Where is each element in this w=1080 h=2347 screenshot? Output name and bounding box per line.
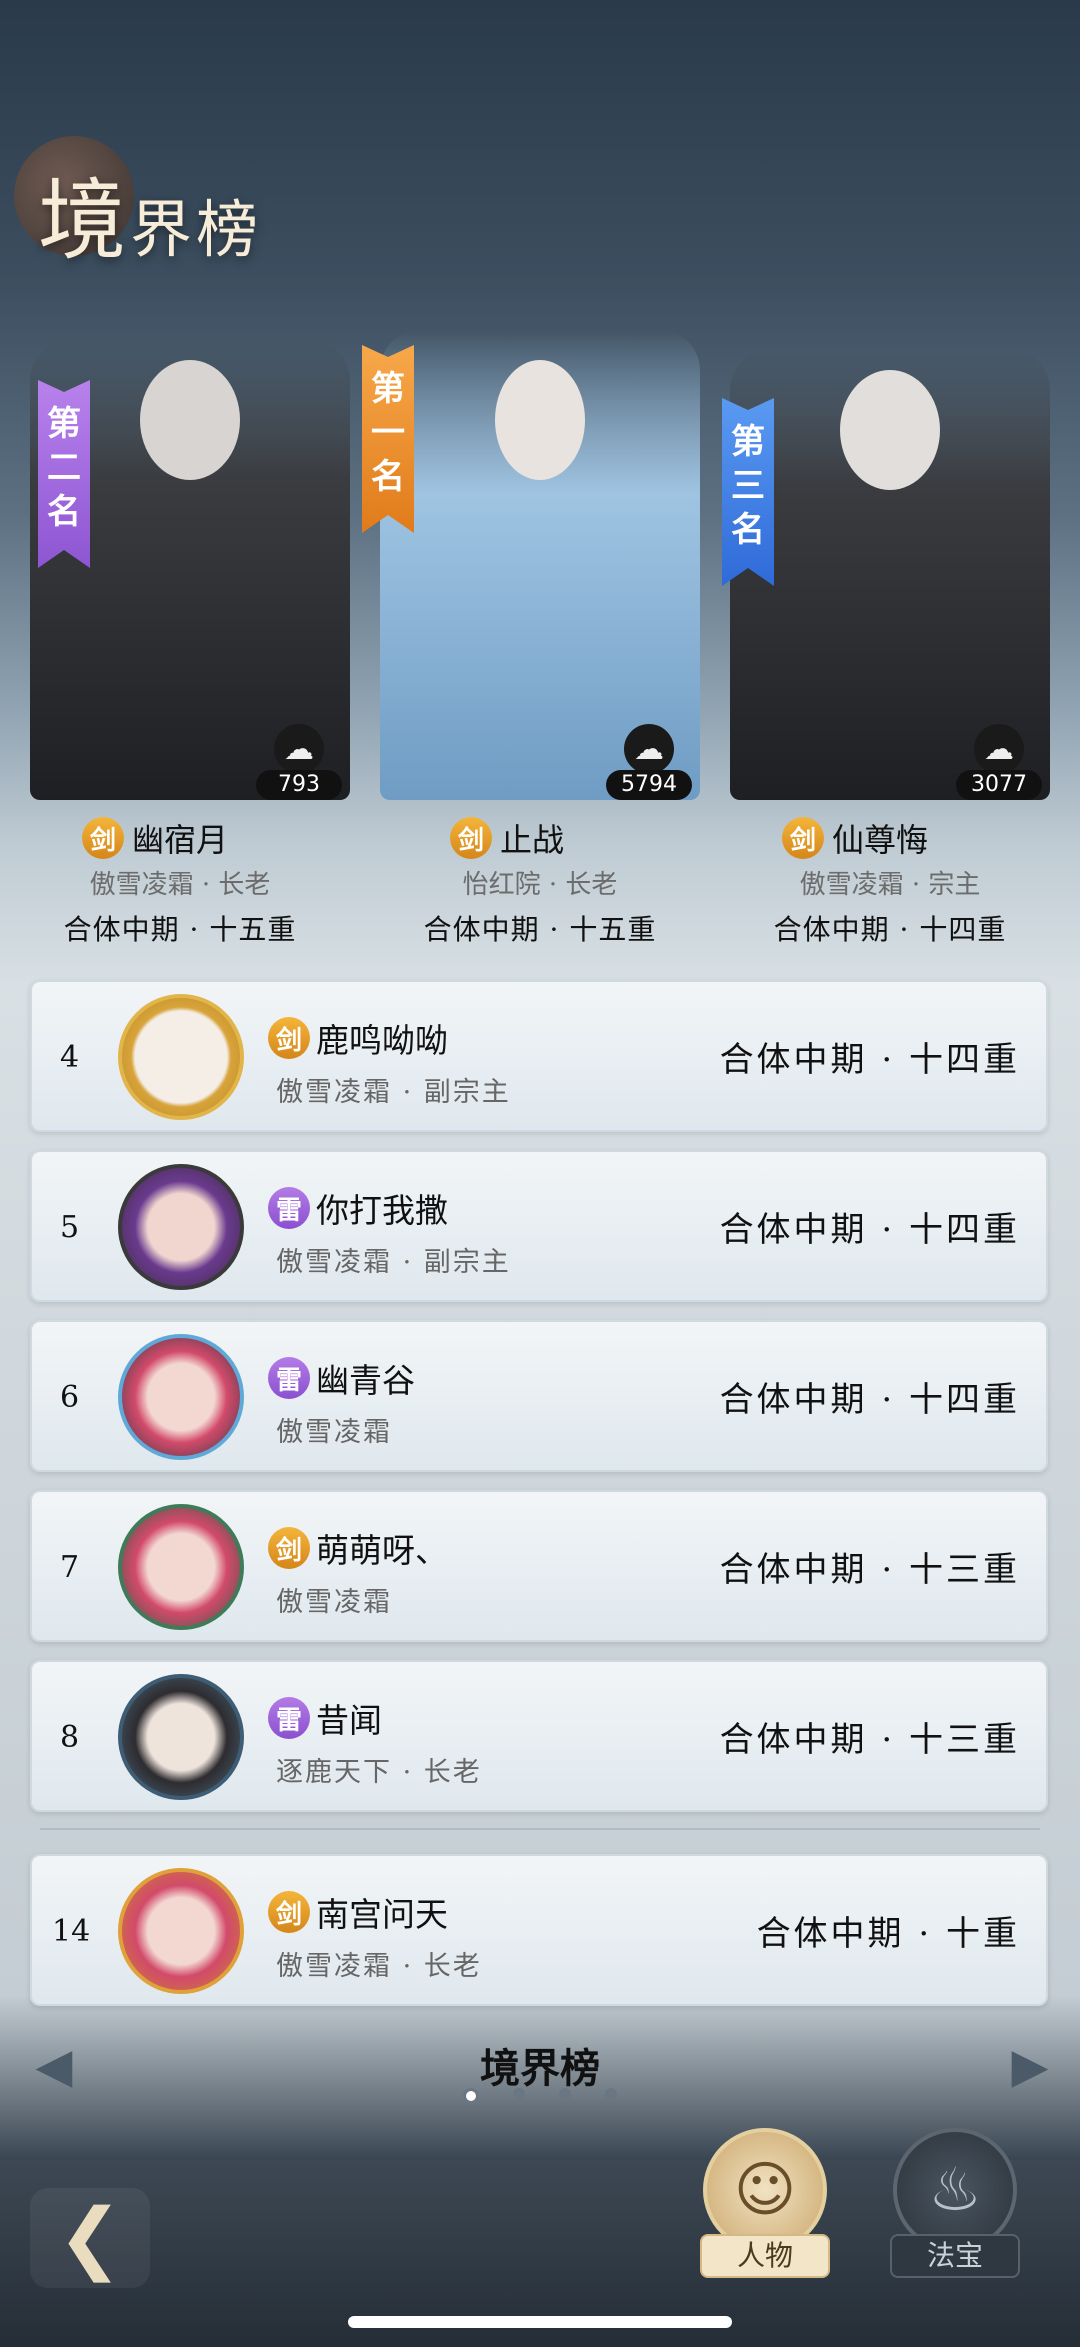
sword-sect-icon: 剑 <box>82 817 124 859</box>
back-button[interactable]: ❮ <box>30 2188 150 2288</box>
guild-label: 傲雪凌霜 <box>276 1417 392 1448</box>
rank-banner: 第一名 <box>362 345 414 533</box>
guild-label: 傲雪凌霜 · 长老 <box>276 1951 482 1982</box>
thunder-sect-icon: 雷 <box>268 1187 310 1229</box>
character-head <box>495 360 585 480</box>
ranking-row[interactable]: 6 雷 幽青谷 傲雪凌霜 合体中期 · 十四重 <box>30 1320 1048 1472</box>
score-pill: 5794 <box>606 770 692 800</box>
rank-number: 6 <box>60 1380 80 1415</box>
player-name: 雷 你打我撒 <box>268 1184 448 1232</box>
score-pill: 793 <box>256 770 342 800</box>
page-dot[interactable] <box>463 2088 479 2104</box>
level-label: 合体中期 · 十三重 <box>719 1720 1020 1760</box>
rank-banner: 第二名 <box>38 380 90 568</box>
sword-sect-icon: 剑 <box>268 1527 310 1569</box>
avatar[interactable] <box>118 1164 244 1290</box>
character-head <box>140 360 240 480</box>
level-label: 合体中期 · 十重 <box>756 1914 1020 1954</box>
rank-banner: 第三名 <box>722 398 774 586</box>
score-pill: 3077 <box>956 770 1042 800</box>
guild-label: 傲雪凌霜 <box>276 1587 392 1618</box>
player-name: 剑 止战 <box>450 815 564 861</box>
thunder-sect-icon: 雷 <box>268 1357 310 1399</box>
tab-label: 法宝 <box>890 2234 1020 2278</box>
guild-label: 傲雪凌霜 · 长老 <box>89 870 271 900</box>
guild-label: 傲雪凌霜 · 副宗主 <box>276 1077 511 1108</box>
ranking-row[interactable]: 5 雷 你打我撒 傲雪凌霜 · 副宗主 合体中期 · 十四重 <box>30 1150 1048 1302</box>
player-name: 剑 幽宿月 <box>82 815 228 861</box>
player-name: 剑 南宫问天 <box>268 1888 448 1936</box>
flame-icon: ☁ <box>624 724 674 774</box>
tab-character[interactable]: ☺ 人物 <box>700 2128 830 2278</box>
guild-label: 逐鹿天下 · 长老 <box>276 1757 482 1788</box>
level-label: 合体中期 · 十四重 <box>719 1380 1020 1420</box>
home-indicator[interactable] <box>348 2316 732 2328</box>
ranking-row[interactable]: 8 雷 昔闻 逐鹿天下 · 长老 合体中期 · 十三重 <box>30 1660 1048 1812</box>
level-label: 合体中期 · 十五重 <box>423 913 657 946</box>
board-title: 境界榜 <box>480 2045 600 2092</box>
rank-number: 5 <box>60 1210 80 1245</box>
sword-sect-icon: 剑 <box>268 1891 310 1933</box>
level-label: 合体中期 · 十四重 <box>719 1210 1020 1250</box>
page-dot[interactable] <box>559 2088 571 2100</box>
page-dot[interactable] <box>605 2088 617 2100</box>
level-label: 合体中期 · 十四重 <box>773 913 1007 946</box>
character-head <box>840 370 940 490</box>
guild-label: 傲雪凌霜 · 宗主 <box>799 870 981 900</box>
sword-sect-icon: 剑 <box>450 817 492 859</box>
flame-icon: ☁ <box>974 724 1024 774</box>
back-icon: ❮ <box>57 2193 123 2283</box>
page-indicator <box>0 2088 1080 2104</box>
guild-label: 傲雪凌霜 · 副宗主 <box>276 1247 511 1278</box>
self-ranking-row[interactable]: 14 剑 南宫问天 傲雪凌霜 · 长老 合体中期 · 十重 <box>30 1854 1048 2006</box>
divider <box>40 1828 1040 1830</box>
player-name: 剑 萌萌呀、 <box>268 1524 448 1572</box>
level-label: 合体中期 · 十五重 <box>63 913 297 946</box>
player-name: 剑 鹿鸣呦呦 <box>268 1014 448 1062</box>
rank-number: 7 <box>60 1550 80 1585</box>
player-name: 雷 昔闻 <box>268 1694 382 1742</box>
avatar[interactable] <box>118 1504 244 1630</box>
rank-number: 14 <box>52 1914 91 1949</box>
ranking-row[interactable]: 4 剑 鹿鸣呦呦 傲雪凌霜 · 副宗主 合体中期 · 十四重 <box>30 980 1048 1132</box>
page-dot[interactable] <box>513 2088 525 2100</box>
sword-sect-icon: 剑 <box>782 817 824 859</box>
level-label: 合体中期 · 十四重 <box>719 1040 1020 1080</box>
level-label: 合体中期 · 十三重 <box>719 1550 1020 1590</box>
player-name: 雷 幽青谷 <box>268 1354 415 1402</box>
avatar[interactable] <box>118 1868 244 1994</box>
rank-number: 8 <box>60 1720 80 1755</box>
player-name: 剑 仙尊悔 <box>782 815 928 861</box>
avatar[interactable] <box>118 1674 244 1800</box>
flame-icon: ☁ <box>274 724 324 774</box>
avatar[interactable] <box>118 1334 244 1460</box>
avatar[interactable] <box>118 994 244 1120</box>
sword-sect-icon: 剑 <box>268 1017 310 1059</box>
rank-number: 4 <box>60 1040 80 1075</box>
ranking-row[interactable]: 7 剑 萌萌呀、 傲雪凌霜 合体中期 · 十三重 <box>30 1490 1048 1642</box>
tab-treasure[interactable]: ♨ 法宝 <box>890 2128 1020 2278</box>
tab-label: 人物 <box>700 2234 830 2278</box>
page-title: 境界榜 <box>38 169 263 272</box>
thunder-sect-icon: 雷 <box>268 1697 310 1739</box>
guild-label: 怡红院 · 长老 <box>462 870 618 900</box>
